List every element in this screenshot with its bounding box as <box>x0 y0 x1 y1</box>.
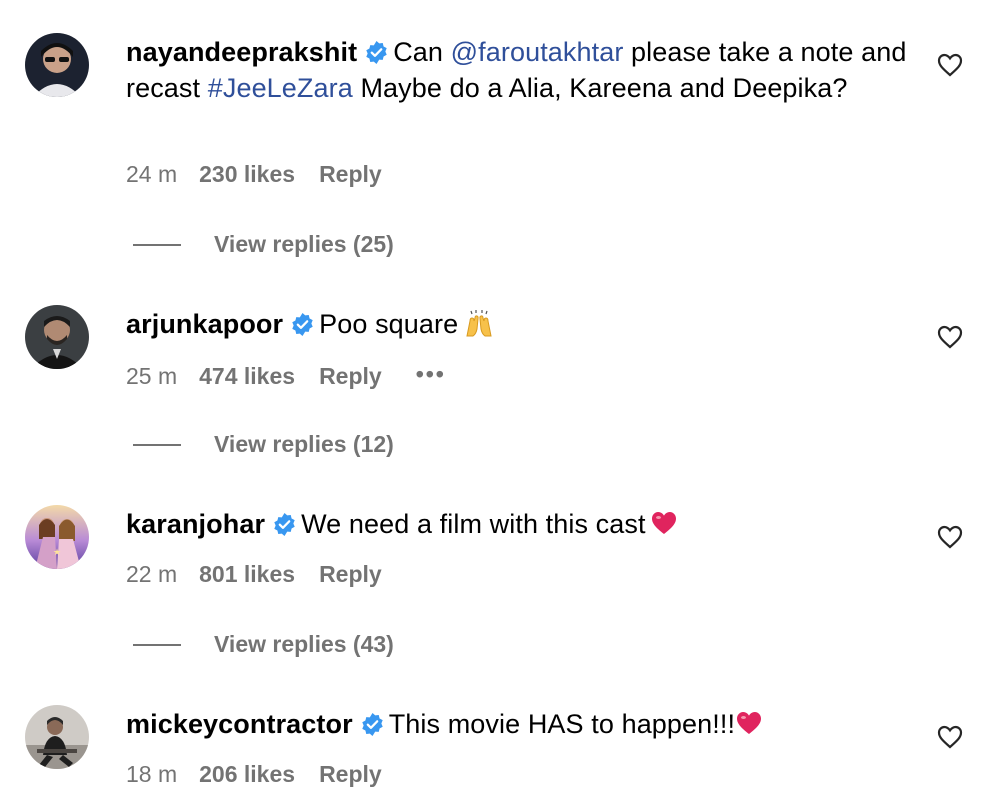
replies-divider <box>133 244 181 246</box>
verified-badge-icon <box>366 41 387 64</box>
timestamp[interactable]: 18 m <box>126 760 177 788</box>
likes-count[interactable]: 206 likes <box>199 760 295 788</box>
replies-divider <box>133 444 181 446</box>
view-replies-label: View replies (43) <box>214 631 394 657</box>
person-chair-avatar-icon <box>25 705 89 769</box>
view-replies-label: View replies (12) <box>214 431 394 457</box>
comment-text: nayandeeprakshit Can @faroutakhtar please… <box>126 34 916 106</box>
mention-link[interactable]: @faroutakhtar <box>451 37 624 67</box>
replies-divider <box>133 644 181 646</box>
comment-meta: 18 m 206 likes Reply <box>126 760 382 788</box>
avatar[interactable] <box>25 705 89 769</box>
like-heart-icon[interactable] <box>937 725 963 749</box>
avatar[interactable] <box>25 305 89 369</box>
username[interactable]: arjunkapoor <box>126 309 283 339</box>
hashtag-link[interactable]: #JeeLeZara <box>208 73 353 103</box>
verified-badge-icon <box>292 313 313 336</box>
verified-badge-icon <box>274 513 295 536</box>
svg-text:★: ★ <box>53 548 61 558</box>
username[interactable]: karanjohar <box>126 509 265 539</box>
comment-meta: 22 m 801 likes Reply <box>126 560 382 588</box>
like-heart-icon[interactable] <box>937 53 963 77</box>
view-replies-label: View replies (25) <box>214 231 394 257</box>
comment-body: This movie HAS to happen!!! <box>388 709 736 739</box>
comment-body: Can <box>393 37 451 67</box>
timestamp[interactable]: 25 m <box>126 362 177 390</box>
likes-count[interactable]: 801 likes <box>199 560 295 588</box>
likes-count[interactable]: 230 likes <box>199 160 295 188</box>
comment-body: Poo square <box>319 309 459 339</box>
username[interactable]: nayandeeprakshit <box>126 37 357 67</box>
comment-body: We need a film with this cast <box>301 509 646 539</box>
comment-text: karanjohar We need a film with this cast <box>126 506 916 542</box>
comment-text: mickeycontractor This movie HAS to happen… <box>126 706 916 742</box>
avatar[interactable]: ★ <box>25 505 89 569</box>
reply-button[interactable]: Reply <box>319 160 382 188</box>
comment-body: Maybe do a Alia, Kareena and Deepika? <box>352 73 848 103</box>
reply-button[interactable]: Reply <box>319 560 382 588</box>
person-sunglasses-avatar-icon <box>25 33 89 97</box>
username[interactable]: mickeycontractor <box>126 709 353 739</box>
more-options-button[interactable]: ••• <box>416 360 446 388</box>
like-heart-icon[interactable] <box>937 525 963 549</box>
red-heart-emoji-icon <box>737 712 762 734</box>
comment-meta: 25 m 474 likes Reply ••• <box>126 360 446 390</box>
movie-poster-avatar-icon: ★ <box>25 505 89 569</box>
reply-button[interactable]: Reply <box>319 362 382 390</box>
like-heart-icon[interactable] <box>937 325 963 349</box>
raising-hands-icon <box>466 310 492 337</box>
red-heart-emoji-icon <box>651 512 676 534</box>
timestamp[interactable]: 24 m <box>126 160 177 188</box>
avatar[interactable] <box>25 33 89 97</box>
comment-text: arjunkapoor Poo square <box>126 306 916 342</box>
timestamp[interactable]: 22 m <box>126 560 177 588</box>
reply-button[interactable]: Reply <box>319 760 382 788</box>
likes-count[interactable]: 474 likes <box>199 362 295 390</box>
verified-badge-icon <box>361 713 383 736</box>
person-suit-avatar-icon <box>25 305 89 369</box>
comment-meta: 24 m 230 likes Reply <box>126 160 382 188</box>
